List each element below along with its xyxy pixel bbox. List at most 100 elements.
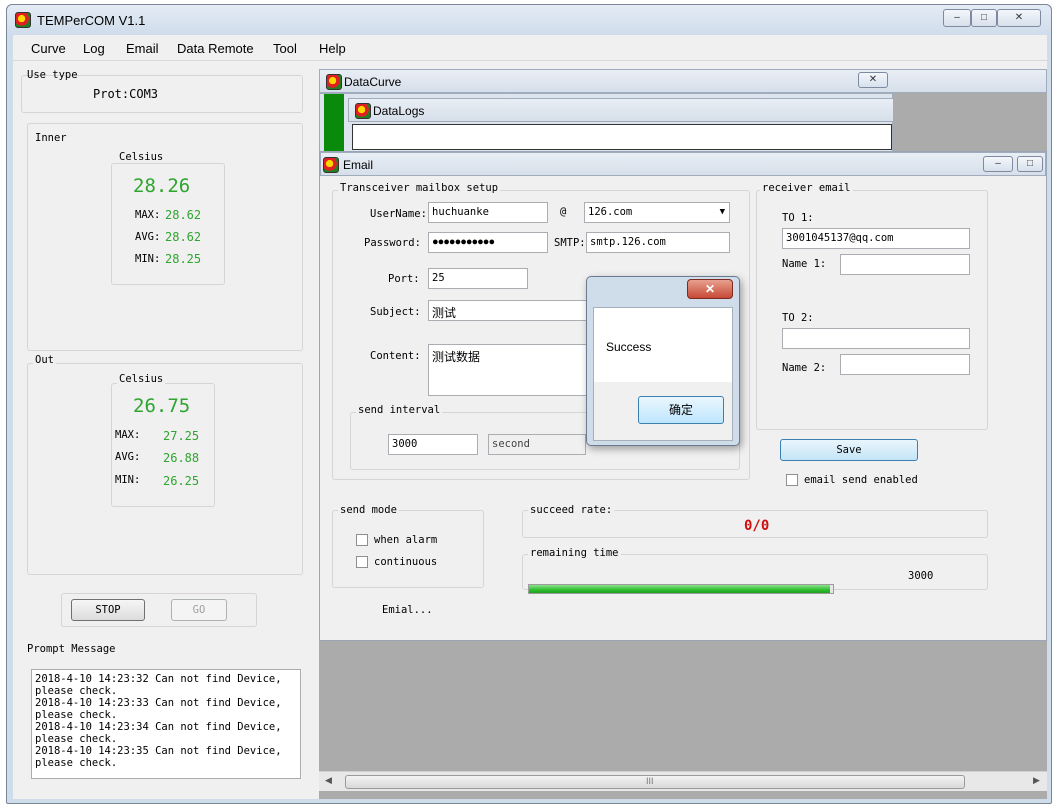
out-min-label: MIN:: [115, 474, 141, 486]
send-mode-label: send mode: [338, 504, 399, 516]
password-input[interactable]: ●●●●●●●●●●●: [428, 232, 548, 253]
menu-log[interactable]: Log: [83, 41, 105, 56]
menu-data-remote[interactable]: Data Remote: [177, 41, 254, 56]
menu-tool[interactable]: Tool: [273, 41, 297, 56]
domain-select[interactable]: 126.com ▼: [584, 202, 730, 223]
close-icon: ✕: [1014, 12, 1024, 23]
content-label: Content:: [370, 350, 421, 362]
client-area: Use type Prot:COM3 Inner Celsius 28.26 M…: [13, 61, 1047, 799]
username-input[interactable]: huchuanke: [428, 202, 548, 223]
window-title: TEMPerCOM V1.1: [37, 13, 146, 28]
scroll-thumb[interactable]: III: [345, 775, 965, 789]
datacurve-close-button[interactable]: ✕: [858, 72, 888, 88]
inner-max-label: MAX:: [135, 209, 161, 221]
content-input[interactable]: 测试数据: [428, 344, 598, 396]
domain-value: 126.com: [588, 206, 633, 218]
datalogs-icon: [355, 103, 371, 119]
stop-button[interactable]: STOP: [71, 599, 145, 621]
name1-input[interactable]: [840, 254, 970, 275]
to2-input[interactable]: [782, 328, 970, 349]
email-titlebar[interactable]: Email – □: [320, 152, 1046, 176]
email-maximize-button[interactable]: □: [1017, 156, 1043, 172]
curve-strip: [324, 94, 344, 152]
dialog-body: Success 确定: [593, 307, 733, 441]
chevron-down-icon: ▼: [719, 207, 725, 217]
datacurve-body: DataLogs: [319, 93, 894, 153]
interval-input[interactable]: 3000: [388, 434, 478, 455]
interval-unit: second: [488, 434, 586, 455]
inner-avg: 28.62: [165, 230, 202, 244]
name2-input[interactable]: [840, 354, 970, 375]
out-label: Out: [33, 354, 56, 366]
port-input[interactable]: 25: [428, 268, 528, 289]
menu-help[interactable]: Help: [319, 41, 346, 56]
dialog-close-button[interactable]: ✕: [687, 279, 733, 299]
continuous-label: continuous: [374, 556, 438, 568]
subject-input[interactable]: 测试: [428, 300, 598, 321]
remaining-progress-bar: [528, 584, 834, 594]
out-avg: 26.88: [163, 451, 200, 465]
email-enabled-label: email send enabled: [804, 474, 918, 486]
datacurve-titlebar[interactable]: DataCurve ✕: [319, 69, 1047, 93]
receiver-group: [756, 190, 988, 430]
inner-label: Inner: [33, 132, 69, 144]
log-box[interactable]: 2018-4-10 14:23:32 Can not find Device, …: [31, 669, 301, 779]
receiver-label: receiver email: [760, 182, 853, 194]
save-button[interactable]: Save: [780, 439, 918, 461]
out-max-label: MAX:: [115, 429, 141, 441]
dialog-message: Success: [606, 340, 652, 354]
out-unit: Celsius: [117, 373, 166, 385]
maximize-icon: □: [980, 12, 988, 23]
go-button[interactable]: GO: [171, 599, 227, 621]
to1-label: TO 1:: [782, 212, 814, 224]
dialog-message-area: Success: [594, 308, 732, 382]
minimize-button[interactable]: –: [943, 9, 971, 27]
close-button[interactable]: ✕: [997, 9, 1041, 27]
port-value: Prot:COM3: [93, 87, 159, 101]
inner-temperature: 28.26: [133, 175, 191, 197]
to1-input[interactable]: 3001045137@qq.com: [782, 228, 970, 249]
succeed-label: succeed rate:: [528, 504, 615, 516]
main-window: TEMPerCOM V1.1 – □ ✕ Curve Log Email Dat…: [6, 4, 1052, 804]
progress-fill: [529, 585, 830, 593]
menu-email[interactable]: Email: [126, 41, 159, 56]
when-alarm-checkbox[interactable]: [356, 534, 368, 546]
title-bar[interactable]: TEMPerCOM V1.1 – □ ✕: [7, 5, 1051, 35]
password-label: Password:: [364, 237, 421, 249]
email-minimize-button[interactable]: –: [983, 156, 1013, 172]
datacurve-icon: [326, 74, 342, 90]
username-label: UserName:: [370, 208, 427, 220]
smtp-label: SMTP:: [554, 237, 586, 249]
email-enabled-checkbox[interactable]: [786, 474, 798, 486]
out-avg-label: AVG:: [115, 451, 141, 463]
inner-avg-label: AVG:: [135, 231, 161, 243]
maximize-button[interactable]: □: [971, 9, 997, 27]
succeed-value: 0/0: [744, 518, 770, 534]
maximize-icon: □: [1026, 158, 1034, 169]
inner-max: 28.62: [165, 208, 202, 222]
grip-icon: III: [646, 776, 654, 786]
datalogs-title: DataLogs: [373, 104, 425, 118]
transceiver-label: Transceiver mailbox setup: [338, 182, 501, 194]
horizontal-scrollbar[interactable]: ◀ III ▶: [319, 771, 1047, 791]
continuous-checkbox[interactable]: [356, 556, 368, 568]
datalogs-body: [352, 124, 892, 150]
out-temperature: 26.75: [133, 395, 191, 417]
minimize-icon: –: [954, 12, 960, 23]
smtp-input[interactable]: smtp.126.com: [586, 232, 730, 253]
to2-label: TO 2:: [782, 312, 814, 324]
status-text: Emial...: [382, 604, 433, 616]
minimize-icon: –: [995, 158, 1001, 169]
send-interval-label: send interval: [356, 404, 443, 416]
menu-curve[interactable]: Curve: [31, 41, 66, 56]
name2-label: Name 2:: [782, 362, 827, 374]
ok-button[interactable]: 确定: [638, 396, 724, 424]
scroll-right-icon[interactable]: ▶: [1033, 775, 1040, 786]
subject-label: Subject:: [370, 306, 421, 318]
scroll-left-icon[interactable]: ◀: [325, 775, 332, 786]
out-min: 26.25: [163, 474, 200, 488]
name1-label: Name 1:: [782, 258, 827, 270]
when-alarm-label: when alarm: [374, 534, 438, 546]
datalogs-titlebar[interactable]: DataLogs: [348, 98, 894, 122]
remaining-value: 3000: [908, 570, 934, 582]
